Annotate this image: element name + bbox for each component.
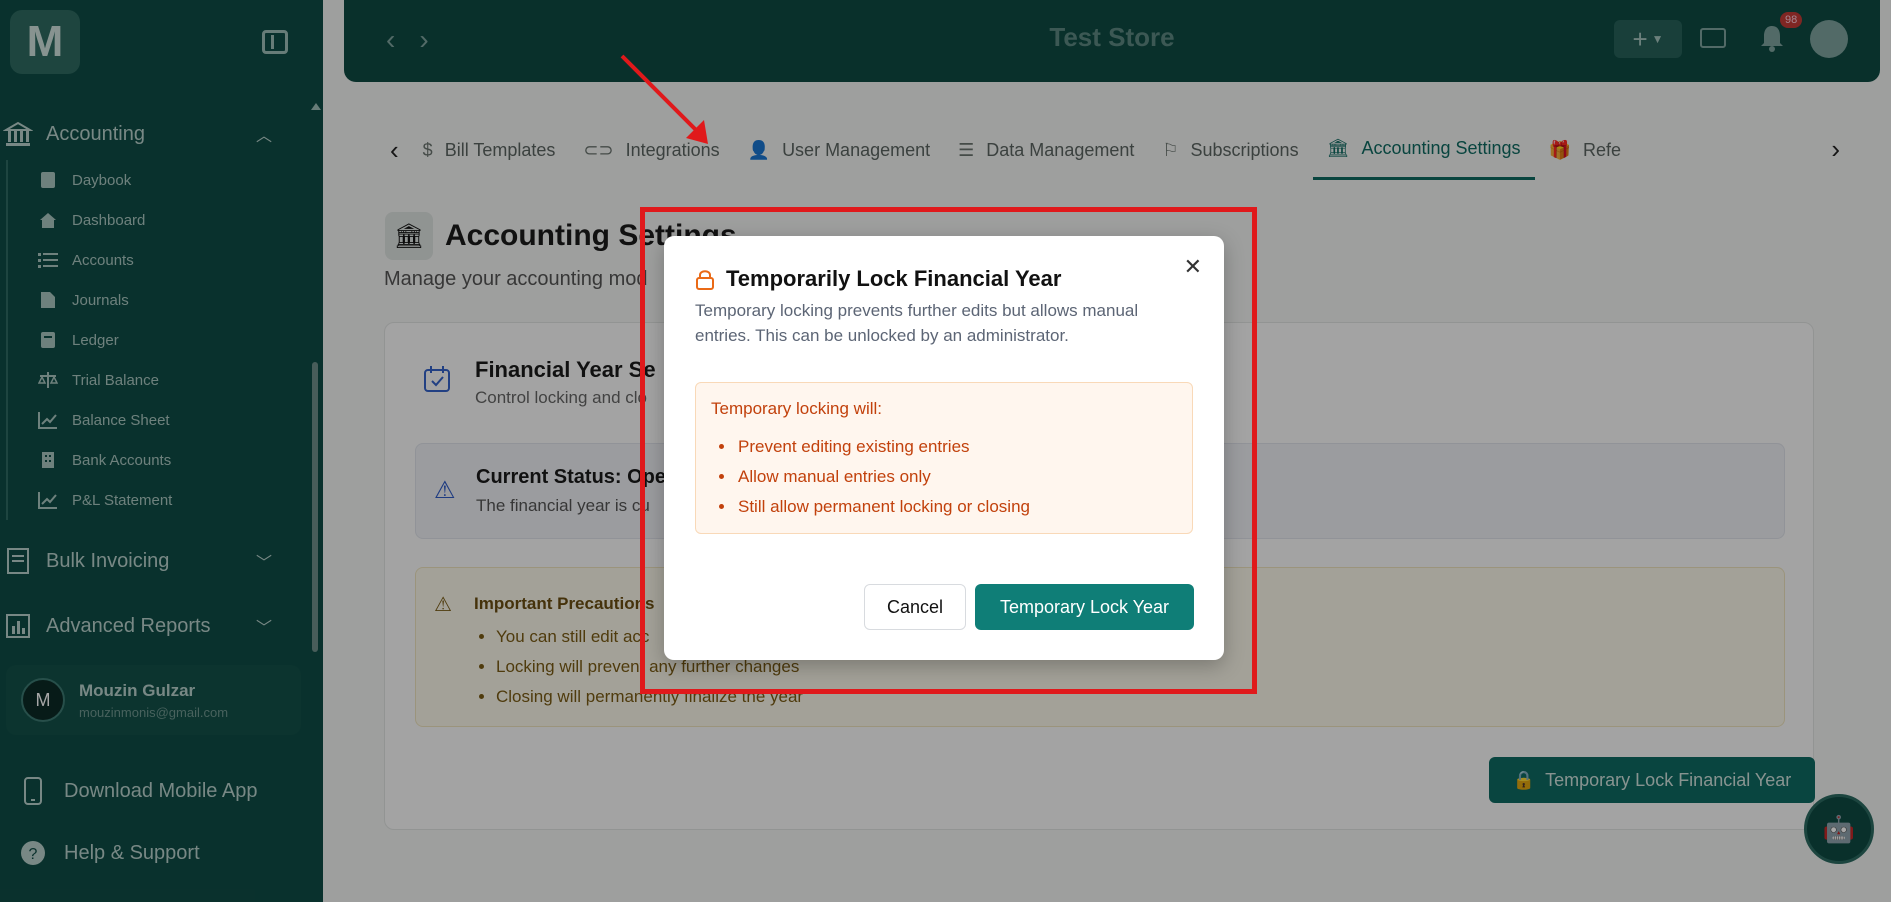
annotation-arrow <box>620 54 708 144</box>
annotation-highlight-box <box>640 207 1257 694</box>
